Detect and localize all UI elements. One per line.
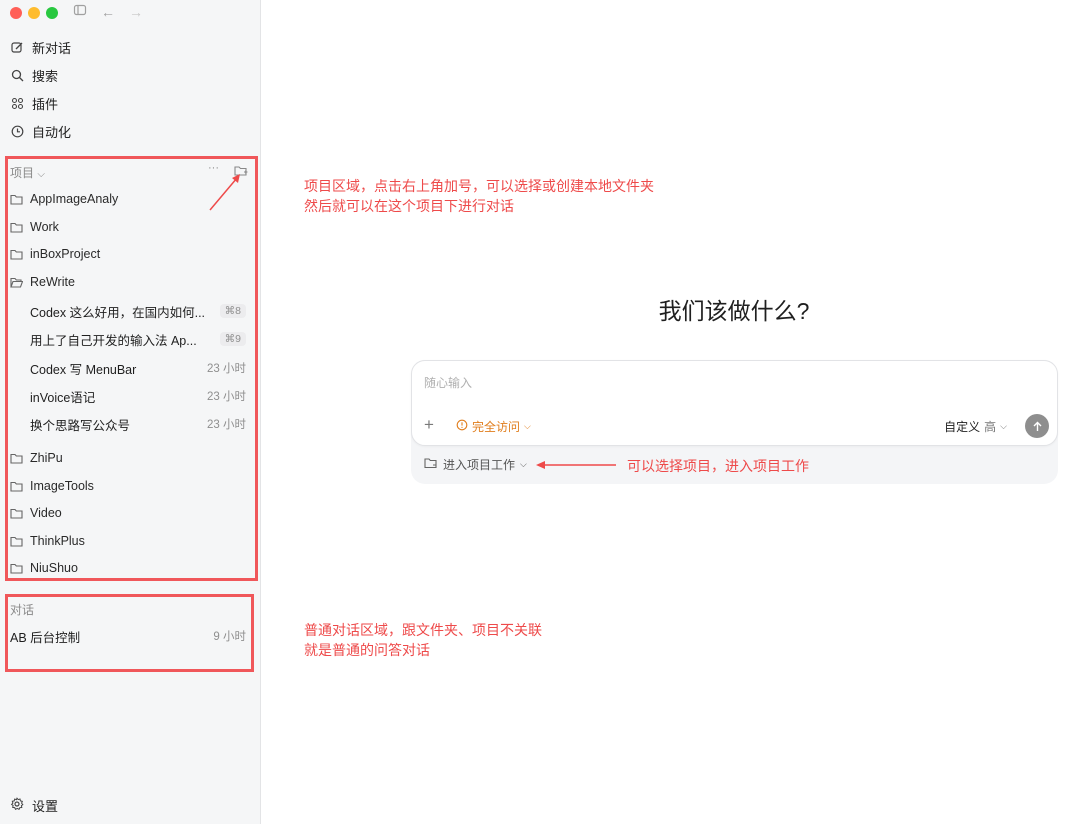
close-window-button[interactable] — [10, 7, 22, 19]
page-title: 我们该做什么? — [658, 298, 810, 324]
nav-automation[interactable]: 自动化 — [10, 121, 71, 141]
clock-icon — [10, 125, 24, 138]
back-arrow-icon[interactable]: ← — [101, 3, 115, 21]
gear-icon — [10, 797, 24, 814]
nav-plugins[interactable]: 插件 — [10, 93, 58, 113]
folder-picker-icon — [424, 457, 438, 472]
nav-label: 插件 — [32, 96, 59, 112]
projects-highlight-box — [5, 156, 258, 581]
project-picker-label: 进入项目工作 — [443, 458, 516, 472]
annotation-line: 就是普通的问答对话 — [304, 642, 430, 658]
add-attachment-button[interactable]: + — [424, 415, 434, 435]
edit-icon — [10, 41, 24, 54]
model-level-dropdown[interactable]: 自定义 高 ⌵ — [944, 418, 1007, 435]
chevron-down-icon: ⌵ — [524, 421, 531, 431]
nav-search[interactable]: 搜索 — [10, 65, 58, 85]
nav-new-chat[interactable]: 新对话 — [10, 37, 71, 57]
settings-label: 设置 — [32, 799, 59, 814]
annotation-line: 普通对话区域，跟文件夹、项目不关联 — [304, 622, 542, 638]
access-mode-dropdown[interactable]: 完全访问 ⌵ — [456, 418, 531, 435]
search-icon — [10, 69, 24, 82]
arrow-up-icon — [1033, 421, 1041, 431]
alert-circle-icon — [456, 419, 468, 434]
project-picker-dropdown[interactable]: 进入项目工作 ⌵ — [424, 456, 527, 473]
chevron-down-icon: ⌵ — [520, 459, 527, 469]
nav-label: 搜索 — [32, 68, 59, 84]
annotation-line: 项目区域，点击右上角加号，可以选择或创建本地文件夹 — [304, 178, 654, 194]
access-label: 完全访问 — [472, 420, 521, 434]
forward-arrow-icon[interactable]: → — [129, 3, 143, 21]
send-button[interactable] — [1025, 414, 1049, 438]
annotation-line: 然后就可以在这个项目下进行对话 — [304, 198, 514, 214]
nav-label: 自动化 — [32, 124, 72, 140]
title-bar: ← → — [0, 0, 261, 28]
annotation-arrow-projects — [209, 174, 240, 211]
annotation-arrow-picker — [536, 461, 616, 469]
minimize-window-button[interactable] — [28, 7, 40, 19]
composer-input[interactable]: 随心输入 — [424, 374, 472, 391]
sidebar-toggle-icon[interactable] — [73, 3, 87, 21]
chevron-down-icon: ⌵ — [1000, 421, 1007, 431]
nav-label: 新对话 — [32, 40, 72, 56]
composer[interactable]: 随心输入 + 完全访问 ⌵ 自定义 高 ⌵ — [411, 360, 1058, 446]
settings-button[interactable]: 设置 — [10, 796, 58, 815]
chats-highlight-box — [5, 594, 254, 672]
level-label: 高 — [984, 420, 997, 434]
picker-annotation: 可以选择项目，进入项目工作 — [627, 458, 809, 474]
projects-annotation: 项目区域，点击右上角加号，可以选择或创建本地文件夹 然后就可以在这个项目下进行对… — [304, 176, 654, 216]
zoom-window-button[interactable] — [46, 7, 58, 19]
chats-annotation: 普通对话区域，跟文件夹、项目不关联 就是普通的问答对话 — [304, 620, 542, 660]
plugins-icon — [10, 97, 24, 110]
custom-label: 自定义 — [944, 420, 981, 434]
